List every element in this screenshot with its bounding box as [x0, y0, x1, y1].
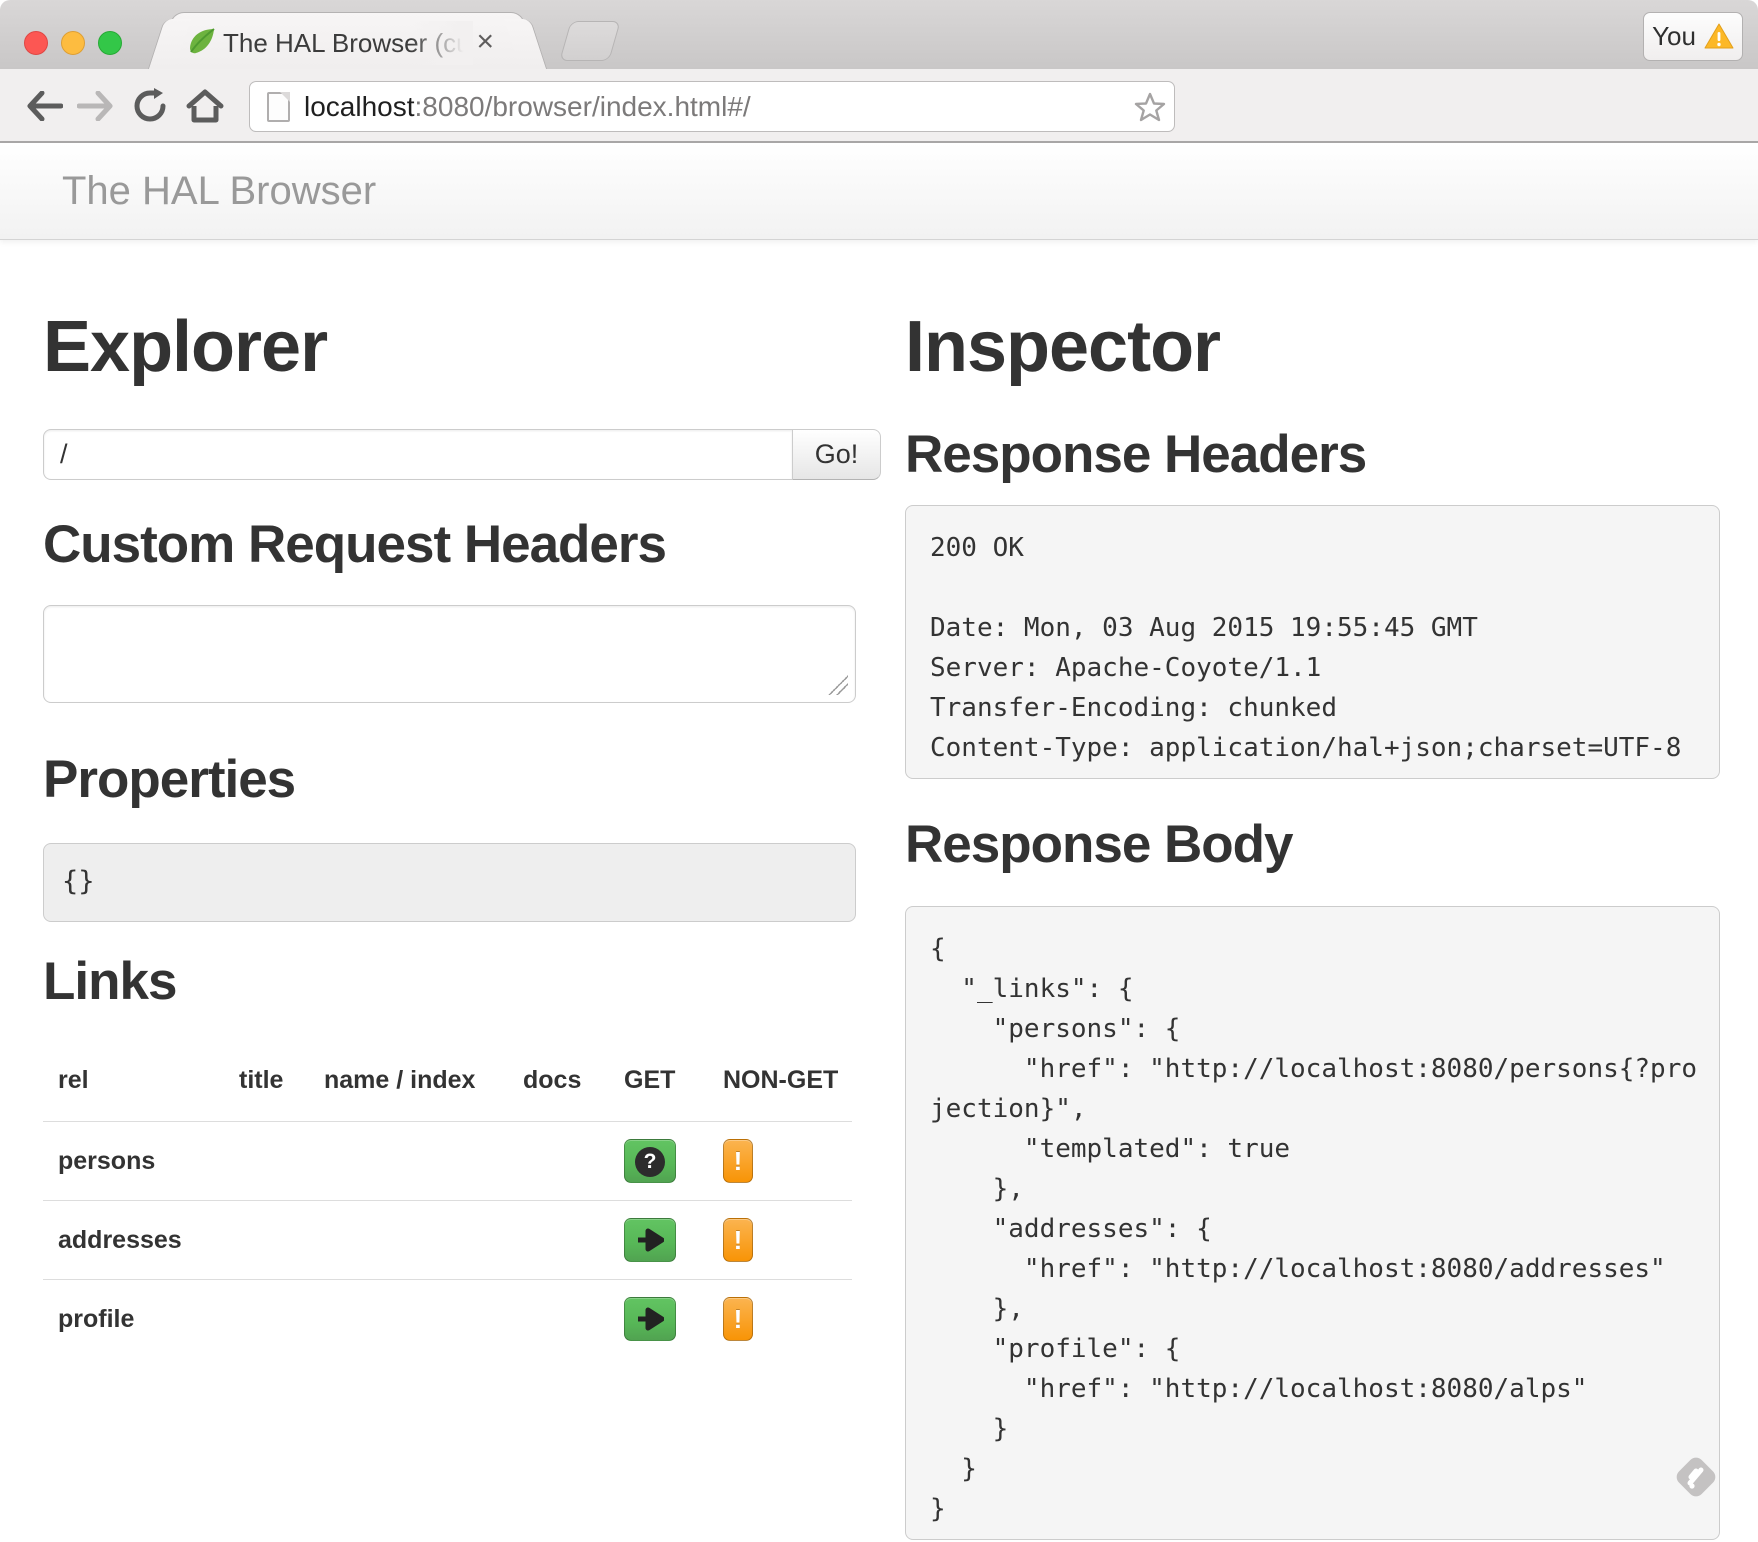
- spring-leaf-favicon: [187, 26, 217, 56]
- inspector-heading: Inspector: [905, 306, 1220, 388]
- url-path: :8080/browser/index.html#/: [415, 91, 751, 122]
- browser-toolbar: localhost:8080/browser/index.html#/: [0, 69, 1758, 143]
- zoom-window-button[interactable]: [98, 31, 122, 55]
- back-button[interactable]: [22, 69, 66, 143]
- url-host: localhost: [304, 91, 415, 122]
- properties-value: {}: [43, 843, 856, 922]
- page-icon: [267, 92, 290, 122]
- url-text[interactable]: localhost:8080/browser/index.html#/: [304, 91, 751, 123]
- link-row-profile: profile !: [43, 1280, 852, 1359]
- question-sign-icon: ?: [635, 1147, 665, 1177]
- exclamation-icon: !: [734, 1225, 743, 1255]
- tab-title-fade: [411, 21, 473, 65]
- site-navbar: The HAL Browser: [0, 143, 1758, 240]
- forward-button[interactable]: [74, 69, 118, 143]
- links-heading: Links: [43, 951, 176, 1012]
- explorer-path-input[interactable]: [43, 429, 792, 480]
- exclamation-icon: !: [734, 1146, 743, 1176]
- profile-you-label: You: [1652, 21, 1696, 52]
- non-get-button[interactable]: !: [723, 1297, 753, 1341]
- close-window-button[interactable]: [24, 31, 48, 55]
- arrow-right-icon: [636, 1307, 664, 1331]
- get-follow-button[interactable]: [624, 1297, 676, 1341]
- non-get-button[interactable]: !: [723, 1139, 753, 1183]
- get-follow-button[interactable]: [624, 1218, 676, 1262]
- site-brand: The HAL Browser: [62, 143, 376, 240]
- rel-label: addresses: [58, 1226, 182, 1254]
- new-tab-button[interactable]: [559, 21, 620, 61]
- address-bar[interactable]: localhost:8080/browser/index.html#/: [249, 81, 1175, 132]
- col-name-index: name / index: [309, 1040, 508, 1122]
- links-table: rel title name / index docs GET NON-GET …: [43, 1040, 852, 1358]
- properties-heading: Properties: [43, 749, 295, 810]
- warning-icon: [1704, 23, 1734, 50]
- response-headers-box: 200 OK Date: Mon, 03 Aug 2015 19:55:45 G…: [905, 505, 1720, 779]
- custom-request-headers-input[interactable]: [43, 605, 856, 703]
- col-get: GET: [609, 1040, 708, 1122]
- arrow-right-icon: [636, 1228, 664, 1252]
- rel-label: persons: [58, 1147, 155, 1175]
- exclamation-icon: !: [734, 1304, 743, 1334]
- go-button[interactable]: Go!: [792, 429, 881, 480]
- tab-close-icon[interactable]: ×: [476, 27, 494, 57]
- col-title: title: [224, 1040, 309, 1122]
- link-row-addresses: addresses !: [43, 1201, 852, 1280]
- link-row-persons: persons ? !: [43, 1122, 852, 1201]
- response-headers-heading: Response Headers: [905, 424, 1366, 485]
- bookmark-star-icon[interactable]: [1134, 91, 1166, 128]
- browser-window: The HAL Browser (customiz × You: [0, 0, 1758, 1542]
- col-non-get: NON-GET: [708, 1040, 852, 1122]
- home-button[interactable]: [182, 69, 228, 143]
- titlebar: The HAL Browser (customiz × You: [0, 0, 1758, 69]
- response-body-heading: Response Body: [905, 814, 1293, 875]
- response-headers-text: 200 OK Date: Mon, 03 Aug 2015 19:55:45 G…: [906, 506, 1719, 790]
- reload-button[interactable]: [128, 69, 172, 143]
- non-get-button[interactable]: !: [723, 1218, 753, 1262]
- profile-you-button[interactable]: You: [1643, 12, 1743, 61]
- col-docs: docs: [508, 1040, 609, 1122]
- links-header-row: rel title name / index docs GET NON-GET: [43, 1040, 852, 1122]
- col-rel: rel: [43, 1040, 224, 1122]
- get-templated-button[interactable]: ?: [624, 1139, 676, 1183]
- custom-request-headers-heading: Custom Request Headers: [43, 514, 666, 575]
- browser-tab[interactable]: The HAL Browser (customiz ×: [170, 12, 525, 69]
- feedly-mini-icon[interactable]: [1672, 1453, 1720, 1501]
- rel-label: profile: [58, 1305, 134, 1333]
- response-body-text: { "_links": { "persons": { "href": "http…: [906, 907, 1719, 1542]
- explorer-heading: Explorer: [43, 306, 327, 388]
- minimize-window-button[interactable]: [61, 31, 85, 55]
- response-body-box: { "_links": { "persons": { "href": "http…: [905, 906, 1720, 1540]
